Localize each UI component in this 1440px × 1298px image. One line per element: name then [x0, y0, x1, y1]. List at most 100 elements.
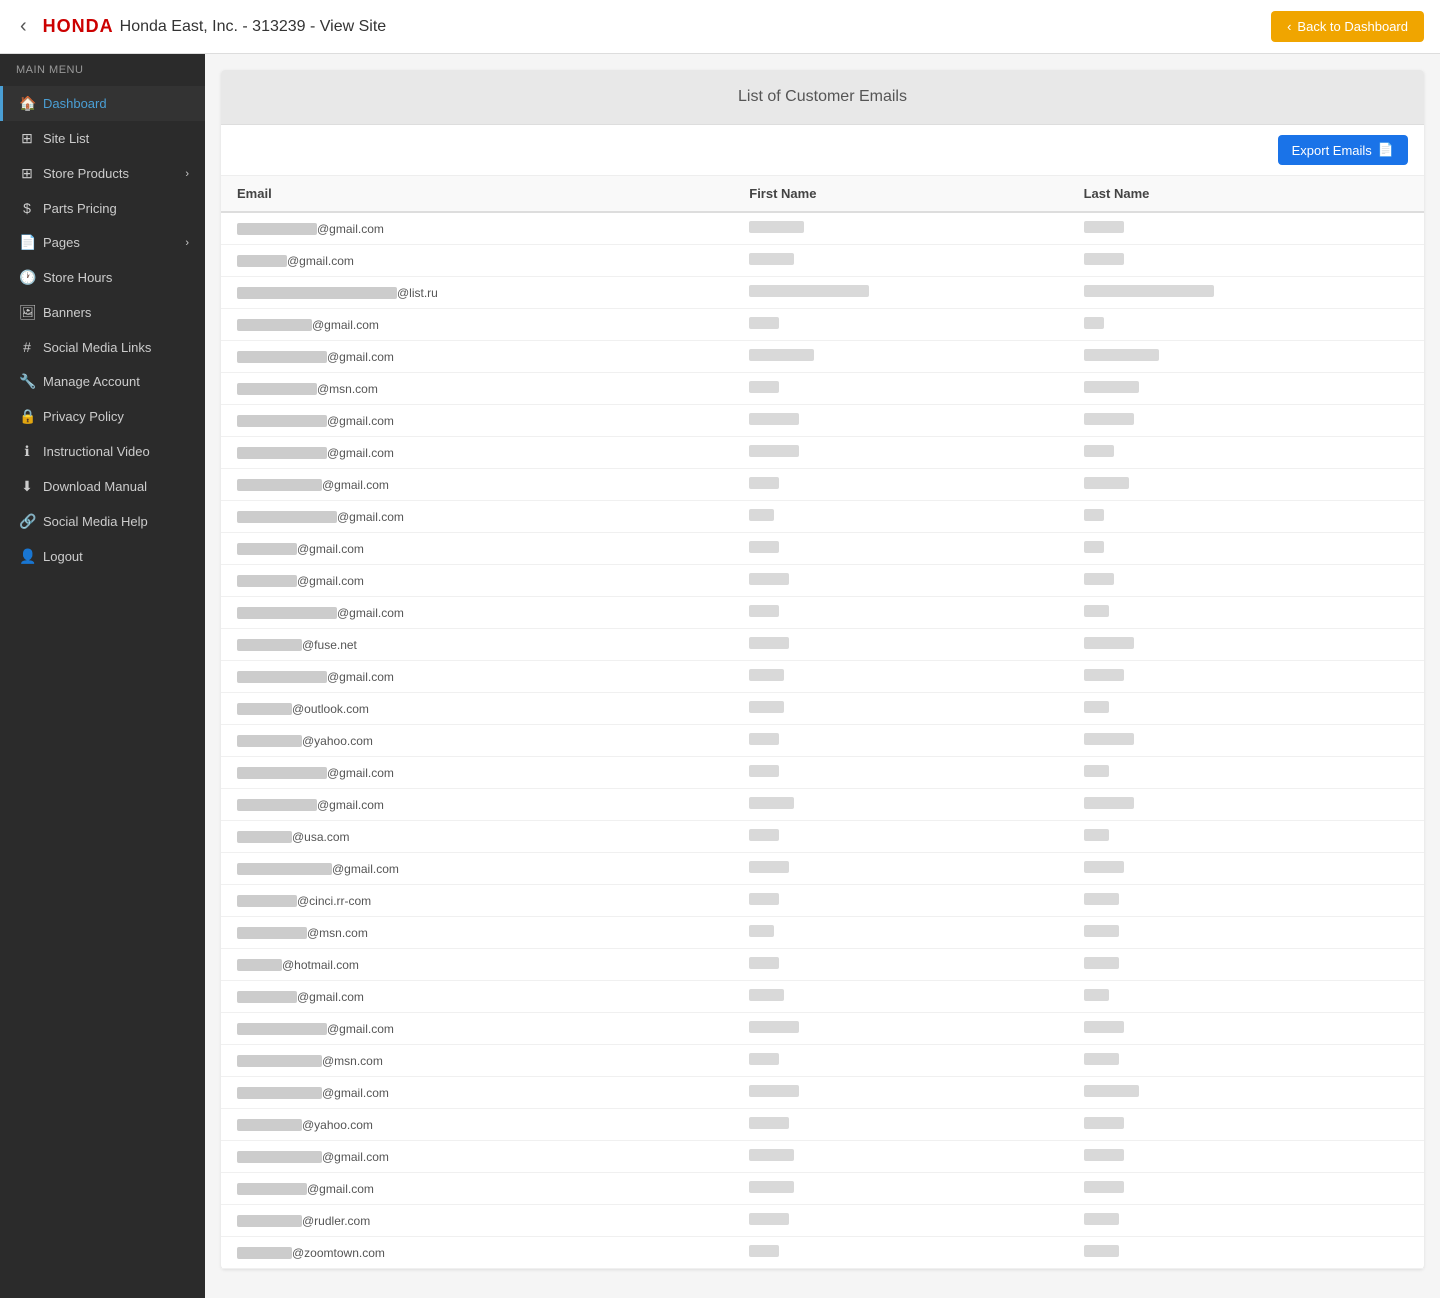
table-row: @gmail.com [221, 661, 1424, 693]
sidebar-item-label: Pages [43, 235, 80, 250]
table-row: @usa.com [221, 821, 1424, 853]
export-label: Export Emails [1292, 143, 1372, 158]
back-dashboard-chevron: ‹ [1287, 19, 1291, 34]
sidebar-item-instructional-video[interactable]: ℹ Instructional Video [0, 434, 205, 469]
table-header: List of Customer Emails [221, 70, 1424, 125]
cell-last-name [1068, 725, 1424, 757]
back-dashboard-label: Back to Dashboard [1297, 19, 1408, 34]
cell-last-name [1068, 277, 1424, 309]
privacy-policy-icon: 🔒 [19, 408, 35, 425]
cell-last-name [1068, 1141, 1424, 1173]
table-row: @yahoo.com [221, 1109, 1424, 1141]
table-row: @list.ru [221, 277, 1424, 309]
sidebar-item-store-products[interactable]: ⊞ Store Products › [0, 156, 205, 191]
cell-last-name [1068, 1077, 1424, 1109]
cell-email: @yahoo.com [221, 1109, 733, 1141]
cell-email: @gmail.com [221, 437, 733, 469]
banners-icon: 🖼 [19, 304, 35, 321]
table-row: @gmail.com [221, 341, 1424, 373]
cell-first-name [733, 693, 1067, 725]
instructional-video-icon: ℹ [19, 443, 35, 460]
cell-first-name [733, 821, 1067, 853]
table-row: @outlook.com [221, 693, 1424, 725]
cell-first-name [733, 1077, 1067, 1109]
sidebar-item-download-manual[interactable]: ⬇ Download Manual [0, 469, 205, 504]
cell-email: @gmail.com [221, 981, 733, 1013]
export-row: Export Emails 📄 [221, 125, 1424, 176]
emails-table: Email First Name Last Name @gmail.com @g… [221, 176, 1424, 1269]
cell-last-name [1068, 821, 1424, 853]
sidebar-item-label: Store Products [43, 166, 129, 181]
table-row: @gmail.com [221, 309, 1424, 341]
cell-first-name [733, 1205, 1067, 1237]
cell-last-name [1068, 469, 1424, 501]
table-row: @gmail.com [221, 501, 1424, 533]
sidebar-item-banners[interactable]: 🖼 Banners [0, 295, 205, 330]
sidebar-item-label: Dashboard [43, 96, 107, 111]
store-hours-icon: 🕐 [19, 269, 35, 286]
cell-first-name [733, 629, 1067, 661]
top-header: ‹ HONDA Honda East, Inc. - 313239 - View… [0, 0, 1440, 54]
table-row: @gmail.com [221, 1077, 1424, 1109]
cell-last-name [1068, 757, 1424, 789]
export-emails-button[interactable]: Export Emails 📄 [1278, 135, 1408, 165]
cell-last-name [1068, 1013, 1424, 1045]
sidebar-item-store-hours[interactable]: 🕐 Store Hours [0, 260, 205, 295]
cell-email: @hotmail.com [221, 949, 733, 981]
table-row: @cinci.rr-com [221, 885, 1424, 917]
cell-last-name [1068, 629, 1424, 661]
sidebar-item-label: Social Media Help [43, 514, 148, 529]
social-media-help-icon: 🔗 [19, 513, 35, 530]
sidebar-item-manage-account[interactable]: 🔧 Manage Account [0, 364, 205, 399]
sidebar-item-label: Instructional Video [43, 444, 150, 459]
cell-email: @rudler.com [221, 1205, 733, 1237]
sidebar-item-parts-pricing[interactable]: $ Parts Pricing [0, 191, 205, 225]
cell-first-name [733, 212, 1067, 245]
table-row: @msn.com [221, 373, 1424, 405]
cell-email: @gmail.com [221, 212, 733, 245]
sidebar-item-social-media-help[interactable]: 🔗 Social Media Help [0, 504, 205, 539]
table-row: @gmail.com [221, 981, 1424, 1013]
chevron-icon: › [185, 168, 189, 180]
cell-email: @msn.com [221, 917, 733, 949]
cell-first-name [733, 981, 1067, 1013]
sidebar-menu-label: Main Menu [0, 54, 205, 86]
sidebar-item-site-list[interactable]: ⊞ Site List [0, 121, 205, 156]
pages-icon: 📄 [19, 234, 35, 251]
cell-last-name [1068, 565, 1424, 597]
cell-first-name [733, 949, 1067, 981]
col-email: Email [221, 176, 733, 212]
sidebar-item-label: Social Media Links [43, 340, 151, 355]
back-button[interactable]: ‹ [16, 11, 31, 42]
cell-last-name [1068, 981, 1424, 1013]
sidebar-item-dashboard[interactable]: 🏠 Dashboard [0, 86, 205, 121]
header-left: ‹ HONDA Honda East, Inc. - 313239 - View… [16, 11, 386, 42]
sidebar-item-label: Logout [43, 549, 83, 564]
sidebar-item-pages[interactable]: 📄 Pages › [0, 225, 205, 260]
cell-email: @usa.com [221, 821, 733, 853]
cell-last-name [1068, 661, 1424, 693]
sidebar-item-privacy-policy[interactable]: 🔒 Privacy Policy [0, 399, 205, 434]
cell-email: @gmail.com [221, 661, 733, 693]
table-row: @gmail.com [221, 789, 1424, 821]
cell-email: @zoomtown.com [221, 1237, 733, 1269]
cell-last-name [1068, 917, 1424, 949]
sidebar-item-logout[interactable]: 👤 Logout [0, 539, 205, 574]
cell-first-name [733, 757, 1067, 789]
cell-email: @msn.com [221, 373, 733, 405]
cell-first-name [733, 789, 1067, 821]
cell-first-name [733, 1237, 1067, 1269]
cell-first-name [733, 661, 1067, 693]
cell-last-name [1068, 1237, 1424, 1269]
cell-email: @gmail.com [221, 757, 733, 789]
cell-last-name [1068, 789, 1424, 821]
back-dashboard-button[interactable]: ‹ Back to Dashboard [1271, 11, 1424, 42]
download-manual-icon: ⬇ [19, 478, 35, 495]
cell-email: @gmail.com [221, 597, 733, 629]
store-products-icon: ⊞ [19, 165, 35, 182]
table-row: @gmail.com [221, 437, 1424, 469]
brand-title: HONDA Honda East, Inc. - 313239 - View S… [43, 16, 387, 37]
cell-last-name [1068, 1173, 1424, 1205]
cell-last-name [1068, 949, 1424, 981]
sidebar-item-social-media-links[interactable]: # Social Media Links [0, 330, 205, 364]
